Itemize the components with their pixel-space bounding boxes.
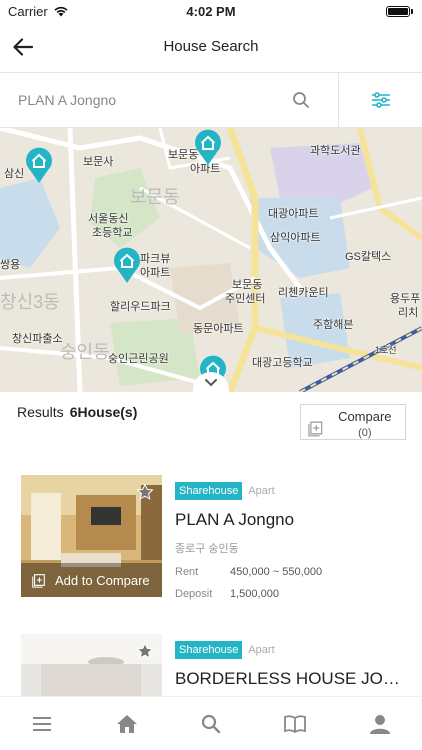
listing-photo[interactable] [21,634,162,696]
listing-card[interactable]: Sharehouse Apart BORDERLESS HOUSE JON··· [21,634,411,696]
favorite-button[interactable] [136,642,154,665]
map-label: 삼익아파트 [270,232,321,244]
listing-photo[interactable]: Add to Compare [21,475,162,597]
map-label: 리치 [398,307,419,319]
listing-tag: Sharehouse [175,482,243,500]
compare-add-icon [32,574,45,588]
wifi-icon [54,6,68,17]
results-summary: Results 6House(s) [17,404,137,420]
book-icon [284,714,307,733]
carrier-label: Carrier [8,3,48,19]
sliders-icon [371,92,390,108]
chevron-down-icon [205,378,217,386]
listing-name: BORDERLESS HOUSE JON··· [175,669,405,688]
deposit-row: Deposit 1,500,000 [175,588,405,600]
rent-label: Rent [175,566,199,578]
map-label: 할리우드파크 [110,301,171,313]
add-to-compare-label: Add to Compare [55,572,150,588]
map-label: GS칼텍스 [345,251,392,263]
user-icon [369,714,390,734]
map-label: 1호선 [375,345,397,355]
map-label: 초등학교 [92,227,133,239]
tab-profile[interactable] [360,704,400,744]
deposit-label: Deposit [175,588,213,600]
back-button[interactable] [10,34,36,60]
search-button[interactable] [292,91,310,114]
status-bar: Carrier 4:02 PM [0,0,422,22]
map-view[interactable]: 보문사 보문동 서울동신 초등학교 과학도서관 대광아파트 삼익아파트 GS칼텍… [0,128,422,392]
listing-card[interactable]: Add to Compare Sharehouse Apart PLAN A Jo… [21,475,411,600]
tab-search[interactable] [191,704,231,744]
map-label: 쌍용 [0,259,21,271]
listing-type: Apart [248,485,275,497]
compare-add-icon [308,421,323,437]
filter-button[interactable] [338,73,422,127]
map-label: 보문동 [130,187,180,207]
rent-value: 450,000 ~ 550,000 [230,566,323,578]
nav-header: House Search [0,22,422,70]
search-bar [0,72,422,128]
home-icon [116,714,137,733]
map-label: 보문사 [83,156,114,168]
battery-icon [386,5,413,17]
map-pin[interactable] [112,246,142,284]
search-icon [201,714,221,733]
listing-name: PLAN A Jongno [175,510,295,529]
arrow-left-icon [13,38,33,56]
deposit-value: 1,500,000 [230,588,279,600]
compare-button[interactable]: Compare (0) [300,404,406,440]
map-label: 삼신 [4,168,25,180]
map-label: 과학도서관 [310,145,361,157]
map-label: 대광아파트 [268,208,319,220]
listing-type: Apart [248,644,275,656]
listing-info: Sharehouse Apart BORDERLESS HOUSE JON··· [175,640,405,689]
map-label: 숭인동 [60,342,110,362]
tab-book[interactable] [275,704,315,744]
map-label: 주함해븐 [313,319,354,331]
map-pin[interactable] [193,128,223,166]
search-field [0,73,338,127]
results-label: Results [17,404,64,420]
map-label: 대광고등학교 [252,357,313,369]
menu-icon [33,716,52,731]
add-to-compare-button[interactable]: Add to Compare [21,563,162,597]
map-label: 창신파출소 [12,333,63,345]
favorite-button[interactable] [136,483,154,506]
results-unit: House(s) [77,404,138,420]
page-title: House Search [163,37,259,55]
star-icon [136,483,154,500]
tab-menu[interactable] [22,704,62,744]
listing-info: Sharehouse Apart PLAN A Jongno 종로구 숭인동 Re… [175,481,405,600]
compare-count: (0) [358,427,372,439]
tab-home[interactable] [107,704,147,744]
listing-tag: Sharehouse [175,641,243,659]
tab-bar [0,696,422,750]
star-icon [136,642,154,659]
search-input[interactable] [18,92,278,108]
search-icon [293,92,309,108]
compare-label: Compare [338,409,392,424]
rent-row: Rent 450,000 ~ 550,000 [175,566,405,578]
listing-address: 종로구 숭인동 [175,543,239,555]
map-label: 리첸카운티 [278,287,329,299]
map-label: 숭인근린공원 [108,353,169,365]
map-label: 주민센터 [225,293,266,305]
map-label: 동문아파트 [193,323,244,335]
map-label: 아파트 [140,267,171,279]
map-pin[interactable] [24,146,54,184]
map-label: 창신3동 [0,292,60,312]
